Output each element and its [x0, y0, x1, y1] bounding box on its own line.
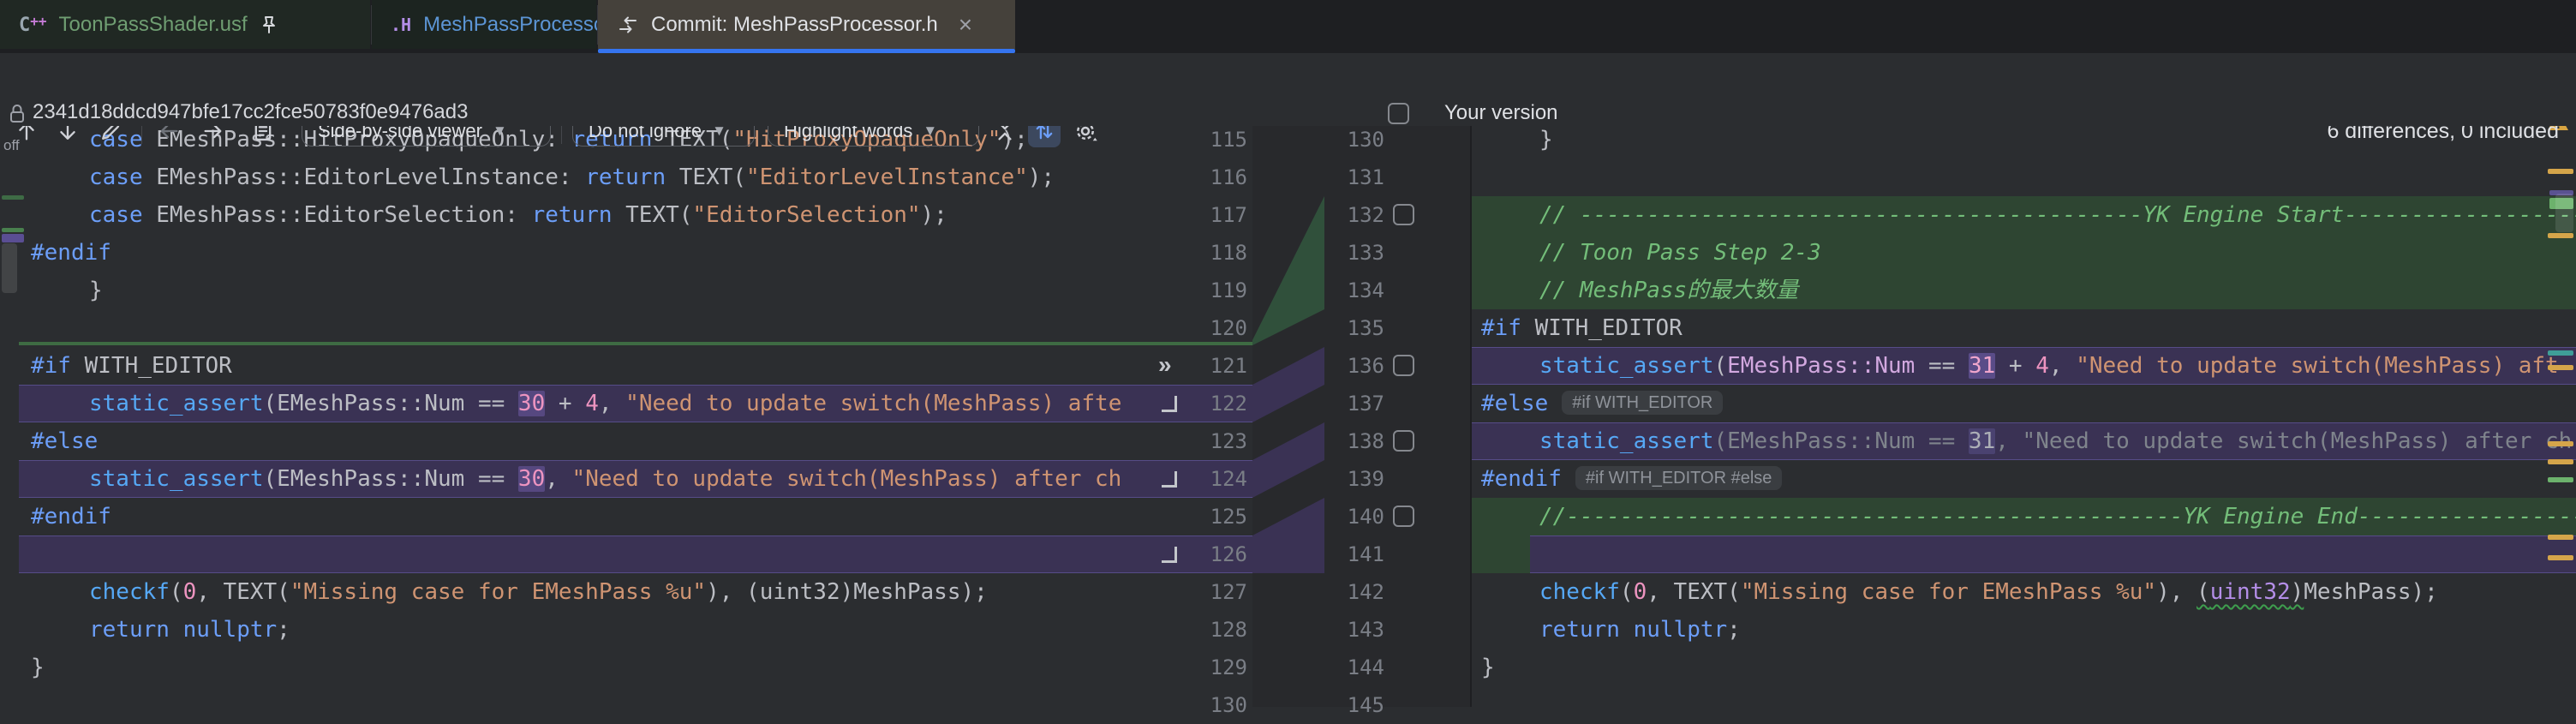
tab-label: ToonPassShader.usf: [59, 13, 248, 37]
tab-label: Commit: MeshPassProcessor.h: [651, 13, 938, 37]
diff-icon: [617, 14, 639, 36]
diff-viewer-window: case EMeshPass::HitProxyOpaqueOnly: retu…: [0, 0, 2576, 707]
diff-toolbar: Side-by-side viewer▼ Do not ignore▼ High…: [0, 53, 2576, 102]
your-version-checkbox[interactable]: [1388, 103, 1409, 124]
lock-icon: [7, 103, 27, 125]
editor-tab-bar: C++ ToonPassShader.usf .H MeshPassProces…: [0, 0, 2576, 53]
tab-toonpassshader[interactable]: C++ ToonPassShader.usf: [0, 0, 370, 49]
header-file-icon: .H: [391, 15, 411, 35]
pin-icon: [260, 15, 278, 35]
commit-hash[interactable]: 2341d18ddcd947bfe17cc2fce50783f0e9476ad3: [33, 101, 468, 126]
cpp-file-icon: C++: [19, 13, 47, 36]
tab-commit-diff[interactable]: Commit: MeshPassProcessor.h ×: [598, 0, 1015, 49]
tab-meshpassprocessor[interactable]: .H MeshPassProcessor.h: [372, 0, 596, 49]
your-version-label: Your version: [1444, 101, 1558, 126]
close-icon[interactable]: ×: [959, 11, 972, 39]
commit-hash-bar: 2341d18ddcd947bfe17cc2fce50783f0e9476ad3…: [0, 101, 2576, 126]
